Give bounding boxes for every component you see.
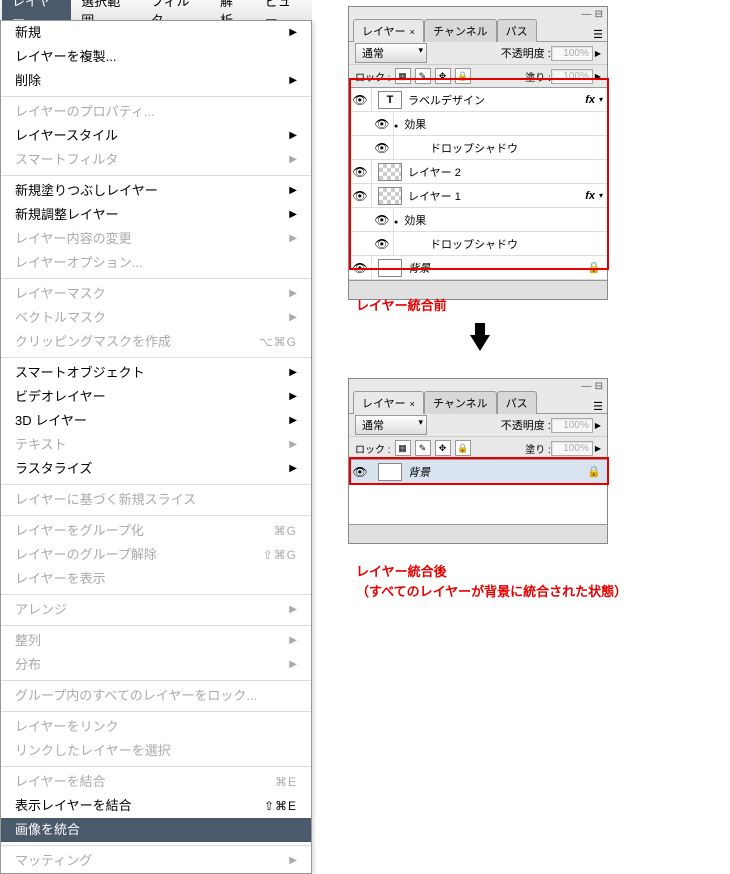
panel-footer bbox=[349, 524, 607, 543]
lock-position-icon[interactable]: ✥ bbox=[435, 440, 451, 456]
menu-duplicate[interactable]: レイヤーを複製... bbox=[1, 45, 311, 69]
submenu-arrow-icon: ▶ bbox=[289, 72, 297, 90]
opacity-label: 不透明度 : bbox=[501, 45, 551, 61]
menu-3d[interactable]: 3D レイヤー▶ bbox=[1, 409, 311, 433]
layer-menu: 新規▶ レイヤーを複製... 削除▶ レイヤーのプロパティ... レイヤースタイ… bbox=[0, 20, 312, 874]
close-icon[interactable]: ⊟ bbox=[595, 9, 603, 20]
menu-sellinked: リンクしたレイヤーを選択 bbox=[1, 739, 311, 763]
menu-options: レイヤーオプション... bbox=[1, 251, 311, 275]
menu-link: レイヤーをリンク bbox=[1, 715, 311, 739]
menu-dist: 分布▶ bbox=[1, 653, 311, 677]
menu-newfill[interactable]: 新規塗りつぶしレイヤー▶ bbox=[1, 179, 311, 203]
menu-smartobj[interactable]: スマートオブジェクト▶ bbox=[1, 361, 311, 385]
submenu-arrow-icon: ▶ bbox=[289, 412, 297, 430]
submenu-arrow-icon: ▶ bbox=[289, 436, 297, 454]
menu-group: レイヤーをグループ化⌘G bbox=[1, 519, 311, 543]
tab-channel[interactable]: チャンネル bbox=[424, 19, 497, 42]
menu-new[interactable]: 新規▶ bbox=[1, 21, 311, 45]
highlight-box-after bbox=[349, 457, 609, 485]
menubar: レイヤー 選択範囲 フィルタ 解析 ビュー bbox=[0, 0, 312, 21]
tab-close-icon[interactable]: × bbox=[410, 399, 415, 409]
menu-align: 整列▶ bbox=[1, 629, 311, 653]
menu-slice: レイヤーに基づく新規スライス bbox=[1, 488, 311, 512]
blend-mode-select[interactable]: 通常 bbox=[355, 43, 427, 63]
submenu-arrow-icon: ▶ bbox=[289, 285, 297, 303]
menu-arrange: アレンジ▶ bbox=[1, 598, 311, 622]
empty-area bbox=[349, 484, 607, 524]
stepper-icon[interactable]: ▶ bbox=[595, 421, 601, 430]
submenu-arrow-icon: ▶ bbox=[289, 632, 297, 650]
menu-merge: レイヤーを結合⌘E bbox=[1, 770, 311, 794]
submenu-arrow-icon: ▶ bbox=[289, 127, 297, 145]
menu-video[interactable]: ビデオレイヤー▶ bbox=[1, 385, 311, 409]
submenu-arrow-icon: ▶ bbox=[289, 230, 297, 248]
submenu-arrow-icon: ▶ bbox=[289, 24, 297, 42]
lock-label: ロック : bbox=[355, 441, 391, 456]
menu-lmask: レイヤーマスク▶ bbox=[1, 282, 311, 306]
submenu-arrow-icon: ▶ bbox=[289, 601, 297, 619]
menu-ungroup: レイヤーのグループ解除⇧⌘G bbox=[1, 543, 311, 567]
tab-layer[interactable]: レイヤー× bbox=[353, 391, 424, 414]
tab-path[interactable]: パス bbox=[497, 391, 537, 414]
menu-newadj[interactable]: 新規調整レイヤー▶ bbox=[1, 203, 311, 227]
minimize-icon[interactable]: — bbox=[582, 381, 592, 392]
menu-raster[interactable]: ラスタライズ▶ bbox=[1, 457, 311, 481]
stepper-icon[interactable]: ▶ bbox=[595, 444, 601, 453]
submenu-arrow-icon: ▶ bbox=[289, 852, 297, 870]
submenu-arrow-icon: ▶ bbox=[289, 182, 297, 200]
menu-style[interactable]: レイヤースタイル▶ bbox=[1, 124, 311, 148]
lock-transparency-icon[interactable]: ▦ bbox=[395, 440, 411, 456]
panel-menu-icon[interactable]: ☰ bbox=[593, 28, 603, 41]
lock-paint-icon[interactable]: ✎ bbox=[415, 440, 431, 456]
submenu-arrow-icon: ▶ bbox=[289, 206, 297, 224]
menu-hide: レイヤーを表示 bbox=[1, 567, 311, 591]
lock-all-icon[interactable]: 🔒 bbox=[455, 440, 471, 456]
submenu-arrow-icon: ▶ bbox=[289, 460, 297, 478]
submenu-arrow-icon: ▶ bbox=[289, 388, 297, 406]
menu-text: テキスト▶ bbox=[1, 433, 311, 457]
submenu-arrow-icon: ▶ bbox=[289, 364, 297, 382]
close-icon[interactable]: ⊟ bbox=[595, 381, 603, 392]
panel-menu-icon[interactable]: ☰ bbox=[593, 400, 603, 413]
highlight-box-before bbox=[349, 78, 609, 270]
tab-close-icon[interactable]: × bbox=[410, 27, 415, 37]
fill-label: 塗り : bbox=[525, 441, 551, 456]
fill-field[interactable]: 100% bbox=[551, 441, 593, 456]
caption-before: レイヤー統合前 bbox=[356, 296, 447, 316]
stepper-icon[interactable]: ▶ bbox=[595, 49, 601, 58]
menu-properties: レイヤーのプロパティ... bbox=[1, 100, 311, 124]
menu-flatten[interactable]: 画像を統合 bbox=[1, 818, 311, 842]
minimize-icon[interactable]: — bbox=[582, 9, 592, 20]
submenu-arrow-icon: ▶ bbox=[289, 151, 297, 169]
menu-vmask: ベクトルマスク▶ bbox=[1, 306, 311, 330]
menu-mergevis[interactable]: 表示レイヤーを結合⇧⌘E bbox=[1, 794, 311, 818]
tab-channel[interactable]: チャンネル bbox=[424, 391, 497, 414]
menu-lockall: グループ内のすべてのレイヤーをロック... bbox=[1, 684, 311, 708]
submenu-arrow-icon: ▶ bbox=[289, 309, 297, 327]
menu-matting: マッティング▶ bbox=[1, 849, 311, 873]
arrow-down-icon bbox=[470, 335, 490, 351]
menu-delete[interactable]: 削除▶ bbox=[1, 69, 311, 93]
tab-path[interactable]: パス bbox=[497, 19, 537, 42]
opacity-field[interactable]: 100% bbox=[551, 46, 593, 61]
caption-after: レイヤー統合後 （すべてのレイヤーが背景に統合された状態） bbox=[356, 562, 627, 601]
opacity-label: 不透明度 : bbox=[501, 417, 551, 433]
opacity-field[interactable]: 100% bbox=[551, 418, 593, 433]
tab-layer[interactable]: レイヤー× bbox=[353, 19, 424, 42]
menu-smartfilter: スマートフィルタ▶ bbox=[1, 148, 311, 172]
menu-content: レイヤー内容の変更▶ bbox=[1, 227, 311, 251]
submenu-arrow-icon: ▶ bbox=[289, 656, 297, 674]
blend-mode-select[interactable]: 通常 bbox=[355, 415, 427, 435]
menu-clipmask: クリッピングマスクを作成⌥⌘G bbox=[1, 330, 311, 354]
